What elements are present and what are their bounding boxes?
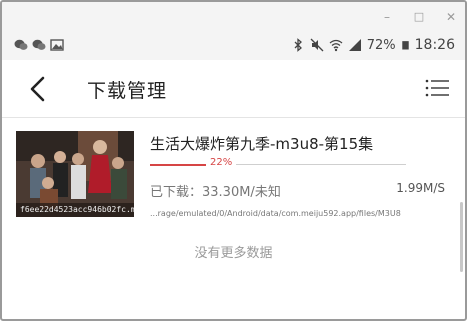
no-more-data-label: 没有更多数据 [194,246,273,261]
minimize-button[interactable]: – [380,10,394,24]
close-button[interactable]: ✕ [444,10,458,24]
file-path: ...rage/emulated/0/Android/data/com.meij… [150,209,401,218]
download-item[interactable]: f6ee22d4523acc946b02fc.m3u8 生活大爆炸第九季-m3u… [2,119,465,224]
thumbnail-caption: f6ee22d4523acc946b02fc.m3u8 [20,205,134,214]
battery-icon [401,41,409,50]
clock: 18:26 [414,37,455,53]
signal-icon [348,39,361,51]
video-thumbnail: f6ee22d4523acc946b02fc.m3u8 [16,131,134,217]
battery-percent: 72% [366,37,396,53]
scrollbar[interactable] [460,202,463,272]
download-speed: 1.99M/S [396,181,445,195]
app-window: – □ ✕ 72% 18:26 下载管理 f6ee22d4523acc946b0… [0,0,467,321]
progress-fill [150,164,206,166]
status-bar: 72% 18:26 [2,32,465,60]
mute-icon [310,38,324,52]
bluetooth-icon [294,38,302,52]
progress-bar: 22% [150,157,406,171]
wechat-icon [32,39,46,50]
downloaded-size: 已下载：33.30M/未知 [150,185,281,200]
progress-percent: 22% [206,157,237,168]
download-title: 生活大爆炸第九季-m3u8-第15集 [150,135,374,153]
wechat-icon [14,39,28,50]
menu-list-icon[interactable] [425,78,449,98]
window-titlebar: – □ ✕ [2,2,465,32]
page-title: 下载管理 [87,80,168,102]
app-bar: 下载管理 [2,60,465,118]
back-arrow-icon[interactable] [24,74,52,104]
wifi-icon [329,39,343,52]
image-icon [50,39,64,51]
maximize-button[interactable]: □ [412,10,426,24]
